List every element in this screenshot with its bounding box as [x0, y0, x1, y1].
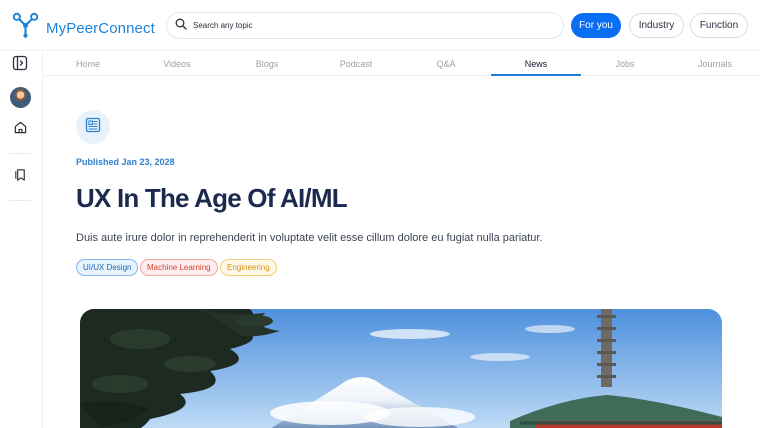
content-tabs: Home Videos Blogs Podcast Q&A News Jobs … — [43, 51, 760, 76]
article-title: UX In The Age Of AI/ML — [76, 183, 348, 213]
published-date: Published Jan 23, 2028 — [76, 157, 175, 167]
filter-function-button[interactable]: Function — [690, 13, 748, 38]
tab-home[interactable]: Home — [43, 51, 133, 76]
sidebar-home-button[interactable] — [10, 120, 30, 140]
tab-blogs[interactable]: Blogs — [222, 51, 312, 76]
search-bar[interactable] — [166, 12, 564, 39]
search-icon — [167, 17, 187, 35]
article-subtitle: Duis aute irure dolor in reprehenderit i… — [76, 232, 543, 244]
tag-ui-ux-design[interactable]: UI/UX Design — [76, 259, 139, 276]
profile-avatar[interactable] — [10, 87, 31, 108]
app-name: MyPeerConnect — [46, 19, 155, 37]
search-input[interactable] — [193, 21, 533, 30]
bookmarks-icon — [13, 167, 28, 187]
left-sidebar — [0, 52, 43, 428]
tab-jobs[interactable]: Jobs — [580, 51, 670, 76]
newspaper-icon — [84, 116, 102, 139]
filter-for-you-button[interactable]: For you — [571, 13, 621, 38]
sidebar-divider — [9, 153, 31, 154]
tag-machine-learning[interactable]: Machine Learning — [140, 259, 218, 276]
home-icon — [13, 120, 28, 140]
peer-network-logo-icon — [12, 12, 39, 44]
app-logo[interactable]: MyPeerConnect — [12, 12, 155, 44]
article-hero-image — [80, 309, 722, 428]
tab-news[interactable]: News — [491, 51, 581, 76]
sidebar-toggle-icon — [12, 55, 28, 76]
top-bar: MyPeerConnect For you Industry Function — [0, 0, 760, 51]
filter-industry-button[interactable]: Industry — [629, 13, 684, 38]
sidebar-divider — [9, 200, 31, 201]
sidebar-bookmarks-button[interactable] — [10, 167, 30, 187]
sidebar-toggle-button[interactable] — [10, 55, 30, 75]
tag-engineering[interactable]: Engineering — [220, 259, 277, 276]
tab-qa[interactable]: Q&A — [401, 51, 491, 76]
tab-podcast[interactable]: Podcast — [311, 51, 401, 76]
tab-videos[interactable]: Videos — [132, 51, 222, 76]
tab-journals[interactable]: Journals — [670, 51, 760, 76]
news-category-badge — [76, 110, 110, 144]
active-tab-indicator — [491, 74, 581, 76]
